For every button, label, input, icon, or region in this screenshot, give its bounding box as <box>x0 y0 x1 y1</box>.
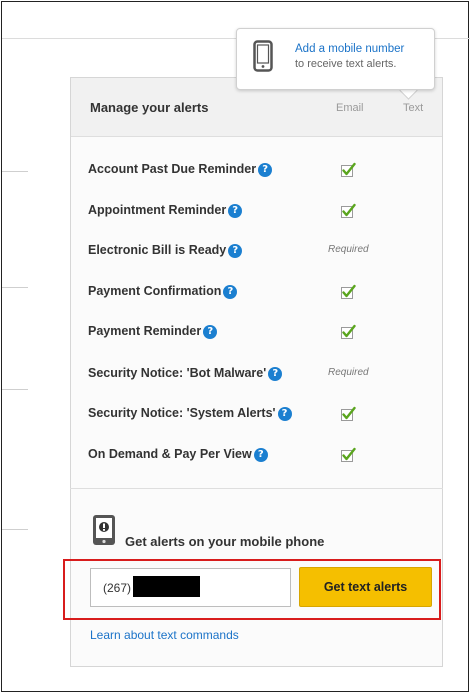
email-checkbox-checked-icon[interactable] <box>340 324 356 340</box>
alert-row-electronic-bill: Electronic Bill is Ready? <box>88 243 243 258</box>
alert-row-account-past-due: Account Past Due Reminder? <box>88 162 273 177</box>
alert-row-appointment-reminder: Appointment Reminder? <box>88 203 243 218</box>
alert-label: Electronic Bill is Ready <box>88 243 227 257</box>
alert-label: Account Past Due Reminder <box>88 162 257 176</box>
alert-row-payment-reminder: Payment Reminder? <box>88 324 218 339</box>
tooltip-description: to receive text alerts. <box>295 58 397 70</box>
help-icon[interactable]: ? <box>268 367 283 381</box>
help-icon[interactable]: ? <box>258 163 273 177</box>
mobile-section-divider <box>70 488 443 489</box>
required-label: Required <box>328 244 369 255</box>
mobile-alerts-title: Get alerts on your mobile phone <box>125 534 325 549</box>
alert-label: Payment Confirmation <box>88 284 222 298</box>
left-divider <box>2 529 28 530</box>
alert-label: Appointment Reminder <box>88 203 227 217</box>
required-label: Required <box>328 367 369 378</box>
email-checkbox-checked-icon[interactable] <box>340 284 356 300</box>
phone-icon <box>253 40 273 72</box>
mobile-alert-phone-icon <box>93 515 115 545</box>
email-checkbox-checked-icon[interactable] <box>340 203 356 219</box>
alert-label: Security Notice: 'System Alerts' <box>88 406 276 420</box>
email-checkbox-checked-icon[interactable] <box>340 406 356 422</box>
alert-row-payment-confirmation: Payment Confirmation? <box>88 284 238 299</box>
alert-label: Security Notice: 'Bot Malware' <box>88 366 267 380</box>
get-text-alerts-button[interactable]: Get text alerts <box>299 567 432 607</box>
help-icon[interactable]: ? <box>253 448 268 462</box>
help-icon[interactable]: ? <box>228 204 243 218</box>
learn-text-commands-link[interactable]: Learn about text commands <box>90 628 239 642</box>
help-icon[interactable]: ? <box>203 325 218 339</box>
alert-row-bot-malware: Security Notice: 'Bot Malware'? <box>88 366 283 381</box>
help-icon[interactable]: ? <box>228 244 243 258</box>
email-column-header: Email <box>336 102 364 114</box>
help-icon[interactable]: ? <box>277 407 292 421</box>
left-divider <box>2 171 28 172</box>
text-column-header: Text <box>403 102 424 114</box>
alert-label: Payment Reminder <box>88 324 202 338</box>
alert-row-system-alerts: Security Notice: 'System Alerts'? <box>88 406 292 421</box>
email-checkbox-checked-icon[interactable] <box>340 447 356 463</box>
left-divider <box>2 287 28 288</box>
add-mobile-link[interactable]: Add a mobile number <box>295 43 404 55</box>
help-icon[interactable]: ? <box>223 285 238 299</box>
redaction-block <box>133 576 200 597</box>
left-divider <box>2 389 28 390</box>
alert-label: On Demand & Pay Per View <box>88 447 252 461</box>
alert-row-on-demand: On Demand & Pay Per View? <box>88 447 268 462</box>
email-checkbox-checked-icon[interactable] <box>340 162 356 178</box>
panel-title: Manage your alerts <box>90 100 209 115</box>
